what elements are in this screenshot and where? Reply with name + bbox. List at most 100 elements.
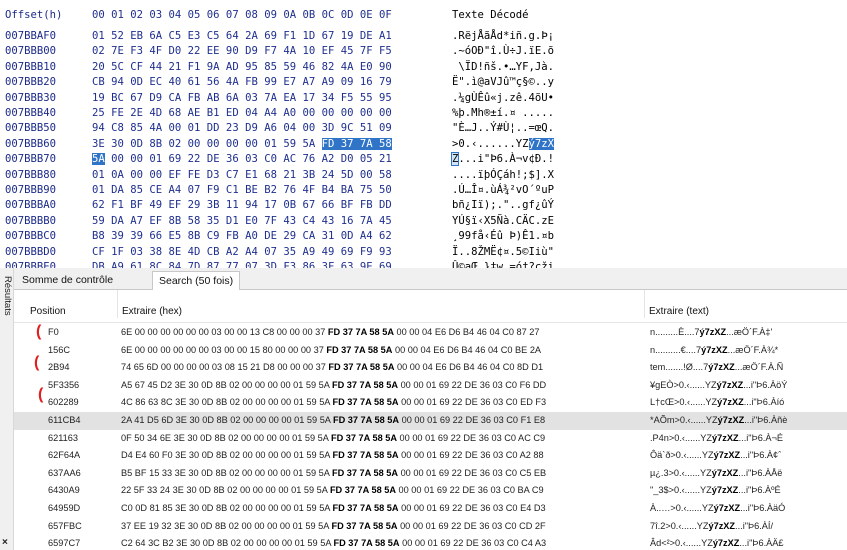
row-text[interactable]: %þ.Mh®±í.¤ ..... — [452, 106, 652, 120]
table-row[interactable]: F0 6E 00 00 00 00 00 00 03 00 00 13 C8 00… — [14, 324, 847, 342]
row-bytes[interactable]: 19 BC 67 D9 CA FB AB 6A 03 7A EA 17 34 F… — [92, 91, 440, 105]
cell-text: .P4n>0.‹......YZý7zXZ...i"Þ6.À¬É — [650, 430, 845, 448]
selected-text[interactable]: ý7zX — [528, 137, 555, 150]
hex-row[interactable]: 007BBB80 01 0A 00 00 EF FE D3 C7 E1 68 21… — [0, 168, 847, 183]
column-header-position[interactable]: Position — [26, 290, 118, 318]
text-pre: L†cŒ>0.‹......YZ — [650, 397, 718, 408]
hex-row[interactable]: 007BBB30 19 BC 67 D9 CA FB AB 6A 03 7A EA… — [0, 91, 847, 106]
tab-checksum[interactable]: Somme de contrôle — [16, 271, 119, 290]
cell-text: tem.......!Ø....7ý7zXZ...æÖ´F.À.Ñ — [650, 359, 845, 377]
table-row[interactable]: 621163 0F 50 34 6E 3E 30 0D 8B 02 00 00 0… — [14, 430, 847, 448]
table-row[interactable]: 2B94 74 65 6D 00 00 00 00 03 08 15 21 D8 … — [14, 359, 847, 377]
hex-pre: 37 EE 19 32 3E 30 0D 8B 02 00 00 00 00 0… — [121, 520, 332, 531]
selected-bytes[interactable]: FD 37 7A 58 — [321, 137, 392, 150]
hex-row[interactable]: 007BBB90 01 DA 85 CE A4 07 F9 C1 BE B2 76… — [0, 183, 847, 198]
row-bytes[interactable]: 59 DA A7 EF 8B 58 35 D1 E0 7F 43 C4 43 1… — [92, 214, 440, 228]
row-text[interactable]: ....ïþÓÇáh!;$].X — [452, 168, 652, 182]
table-row[interactable]: 602289 4C 86 63 8C 3E 30 0D 8B 02 00 00 0… — [14, 394, 847, 412]
column-header-text[interactable]: Extraire (text) — [645, 290, 847, 318]
hex-row[interactable]: 007BBBE0 DB A9 61 8C 84 7D 87 77 07 3D F3… — [0, 260, 847, 268]
row-text[interactable]: "È…J..Ý#Ù¦..=œQ. — [452, 121, 652, 135]
row-text[interactable]: .Ú…Î¤.ùÁ¾²vO´ºuP — [452, 183, 652, 197]
row-text[interactable]: \ÏD!ñš.•…YF‚Jà. — [452, 60, 652, 74]
row-bytes[interactable]: 01 DA 85 CE A4 07 F9 C1 BE B2 76 4F B4 B… — [92, 183, 440, 197]
hex-row[interactable]: 007BBBD0 CF 1F 03 38 8E 4D CB A2 A4 07 35… — [0, 245, 847, 260]
text-match: ý7zXZ — [716, 379, 744, 390]
cell-position: 5F3356 — [48, 379, 80, 390]
row-text[interactable]: .RëjÅãÅd*iñ.g.Þ¡ — [452, 29, 652, 43]
row-bytes[interactable]: DB A9 61 8C 84 7D 87 77 07 3D F3 86 3F 6… — [92, 260, 440, 268]
hex-row[interactable]: 007BBB20 CB 94 0D EC 40 61 56 4A FB 99 E7… — [0, 75, 847, 90]
table-row[interactable]: 6597C7 C2 64 3C B2 3E 30 0D 8B 02 00 00 0… — [14, 535, 847, 550]
row-bytes[interactable]: 3E 30 0D 8B 02 00 00 00 00 01 59 5A FD 3… — [92, 137, 440, 151]
hex-row[interactable]: 007BBB40 25 FE 2E 4D 68 AE B1 ED 04 A4 A0… — [0, 106, 847, 121]
table-row[interactable]: 637AA6 B5 BF 15 33 3E 30 0D 8B 02 00 00 0… — [14, 465, 847, 483]
row-bytes[interactable]: B8 39 39 66 E5 8B C9 FB A0 DE 29 CA 31 0… — [92, 229, 440, 243]
row-text[interactable]: Ë".ì@aVJû™ç§©..y — [452, 75, 652, 89]
search-results-table: Position Extraire (hex) Extraire (text) … — [14, 290, 847, 550]
hex-post: 00 00 01 69 22 DE 36 03 C0 CD 2F — [397, 520, 546, 531]
results-side-bar: Résultats × — [0, 268, 14, 550]
row-bytes[interactable]: CB 94 0D EC 40 61 56 4A FB 99 E7 A7 A9 0… — [92, 75, 440, 89]
table-row[interactable]: 156C 6E 00 00 00 00 00 00 03 00 00 15 80 … — [14, 342, 847, 360]
text-pre: n..........€....7 — [650, 344, 702, 355]
text-match: ý7zXZ — [717, 397, 744, 408]
cell-position: 62F64A — [48, 450, 81, 461]
table-row[interactable]: 64959D C0 0D 81 85 3E 30 0D 8B 02 00 00 0… — [14, 500, 847, 518]
row-bytes[interactable]: 02 7E F3 4F D0 22 EE 90 D9 F7 4A 10 EF 4… — [92, 44, 440, 58]
row-bytes[interactable]: 01 52 EB 6A C5 E3 C5 64 2A 69 F1 1D 67 1… — [92, 29, 440, 43]
hex-row[interactable]: 007BBB60 3E 30 0D 8B 02 00 00 00 00 01 59… — [0, 137, 847, 152]
row-text[interactable]: Ï..8ŽMË¢¤.5©Iiù" — [452, 245, 652, 259]
row-bytes[interactable]: 25 FE 2E 4D 68 AE B1 ED 04 A4 A0 00 00 0… — [92, 106, 440, 120]
selected-bytes[interactable]: 5A — [92, 153, 105, 166]
hex-post: 00 00 04 E6 D6 B4 46 04 C0 87 27 — [393, 327, 540, 337]
column-header-hex[interactable]: Extraire (hex) — [118, 290, 645, 318]
cell-hex: 6E 00 00 00 00 00 00 03 00 00 13 C8 00 0… — [121, 324, 643, 342]
row-text[interactable]: .¼gÙÊû«j.zê.4õU• — [452, 91, 652, 105]
row-bytes[interactable]: 01 0A 00 00 EF FE D3 C7 E1 68 21 3B 24 5… — [92, 168, 440, 182]
hex-row[interactable]: 007BBB50 94 C8 85 4A 00 01 DD 23 D9 A6 04… — [0, 121, 847, 136]
cell-position: 621163 — [48, 432, 78, 443]
row-text[interactable]: .~óOÐ"î.Ù÷J.ïE.õ — [452, 44, 652, 58]
hex-match: FD 37 7A 58 5A — [331, 520, 398, 531]
text-pre: Âd<²>0.‹......YZ — [650, 538, 713, 549]
row-text[interactable]: Û©aŒ„}‡w.=ó†?cži — [452, 260, 652, 268]
table-row[interactable]: 5F3356 A5 67 45 D2 3E 30 0D 8B 02 00 00 0… — [14, 377, 847, 395]
hex-row[interactable]: 007BBB00 02 7E F3 4F D0 22 EE 90 D9 F7 4A… — [0, 44, 847, 59]
row-text[interactable]: ¸99få‹Éû Þ)Ê1.¤b — [452, 229, 652, 243]
cell-hex: 4C 86 63 8C 3E 30 0D 8B 02 00 00 00 00 0… — [121, 394, 643, 412]
hex-post: 00 00 01 69 22 DE 36 03 C0 E4 D3 — [398, 503, 546, 513]
close-icon[interactable]: × — [2, 537, 8, 548]
row-text[interactable]: YÚ§ï‹X5Ñà.CÄC.zE — [452, 214, 652, 228]
tab-search[interactable]: Search (50 fois) — [152, 271, 241, 291]
table-row[interactable]: 6430A9 22 5F 33 24 3E 30 0D 8B 02 00 00 0… — [14, 482, 847, 500]
table-row[interactable]: 611CB4 2A 41 D5 6D 3E 30 0D 8B 02 00 00 0… — [14, 412, 847, 430]
hex-row[interactable]: 007BBBB0 59 DA A7 EF 8B 58 35 D1 E0 7F 43… — [0, 214, 847, 229]
hex-row[interactable]: 007BBBC0 B8 39 39 66 E5 8B C9 FB A0 DE 29… — [0, 229, 847, 244]
row-bytes[interactable]: 5A 00 00 01 69 22 DE 36 03 C0 AC 76 A2 D… — [92, 152, 440, 166]
row-bytes[interactable]: 94 C8 85 4A 00 01 DD 23 D9 A6 04 00 3D 9… — [92, 121, 440, 135]
cell-hex: B5 BF 15 33 3E 30 0D 8B 02 00 00 00 00 0… — [121, 465, 643, 483]
bytes-plain: 3E 30 0D 8B 02 00 00 00 00 01 59 5A — [92, 137, 316, 150]
row-text[interactable]: Z...i"Þ6.À¬v¢Ð.! — [450, 152, 652, 167]
row-text[interactable]: >0.‹......YZý7zX — [452, 137, 652, 151]
cell-text: Âd<²>0.‹......YZý7zXZ...i"Þ6.ÀÄ£ — [650, 535, 845, 550]
hex-pre: 4C 86 63 8C 3E 30 0D 8B 02 00 00 00 00 0… — [121, 397, 333, 408]
table-row[interactable]: 62F64A D4 E4 60 F0 3E 30 0D 8B 02 00 00 0… — [14, 447, 847, 465]
hex-pre: 22 5F 33 24 3E 30 0D 8B 02 00 00 00 00 0… — [121, 485, 330, 496]
cell-text: À..…>0.‹......YZý7zXZ...i"Þ6.ÀäÓ — [650, 500, 845, 518]
row-bytes[interactable]: CF 1F 03 38 8E 4D CB A2 A4 07 35 A9 49 6… — [92, 245, 440, 259]
cell-text: *AÕm>0.‹......YZý7zXZ...i"Þ6.Àñè — [650, 412, 845, 430]
hex-pre: 6E 00 00 00 00 00 00 03 00 00 13 C8 00 0… — [121, 327, 328, 337]
row-bytes[interactable]: 62 F1 BF 49 EF 29 3B 11 94 17 0B 67 66 B… — [92, 198, 440, 212]
hex-match: FD 37 7A 58 5A — [333, 538, 400, 549]
hex-row[interactable]: 007BBBA0 62 F1 BF 49 EF 29 3B 11 94 17 0B… — [0, 198, 847, 213]
hex-row[interactable]: 007BBB70 5A 00 00 01 69 22 DE 36 03 C0 AC… — [0, 152, 847, 167]
hex-editor[interactable]: Offset(h) 00 01 02 03 04 05 06 07 08 09 … — [0, 0, 847, 268]
cell-hex: 2A 41 D5 6D 3E 30 0D 8B 02 00 00 00 00 0… — [121, 412, 643, 430]
row-bytes[interactable]: 20 5C CF 44 21 F1 9A AD 95 85 59 46 82 4… — [92, 60, 440, 74]
hex-row[interactable]: 007BBB10 20 5C CF 44 21 F1 9A AD 95 85 59… — [0, 60, 847, 75]
hex-row[interactable]: 007BBAF0 01 52 EB 6A C5 E3 C5 64 2A 69 F1… — [0, 29, 847, 44]
row-text[interactable]: bñ¿Iï);."..gf¿ûÝ — [452, 198, 652, 212]
table-row[interactable]: 657FBC 37 EE 19 32 3E 30 0D 8B 02 00 00 0… — [14, 518, 847, 536]
